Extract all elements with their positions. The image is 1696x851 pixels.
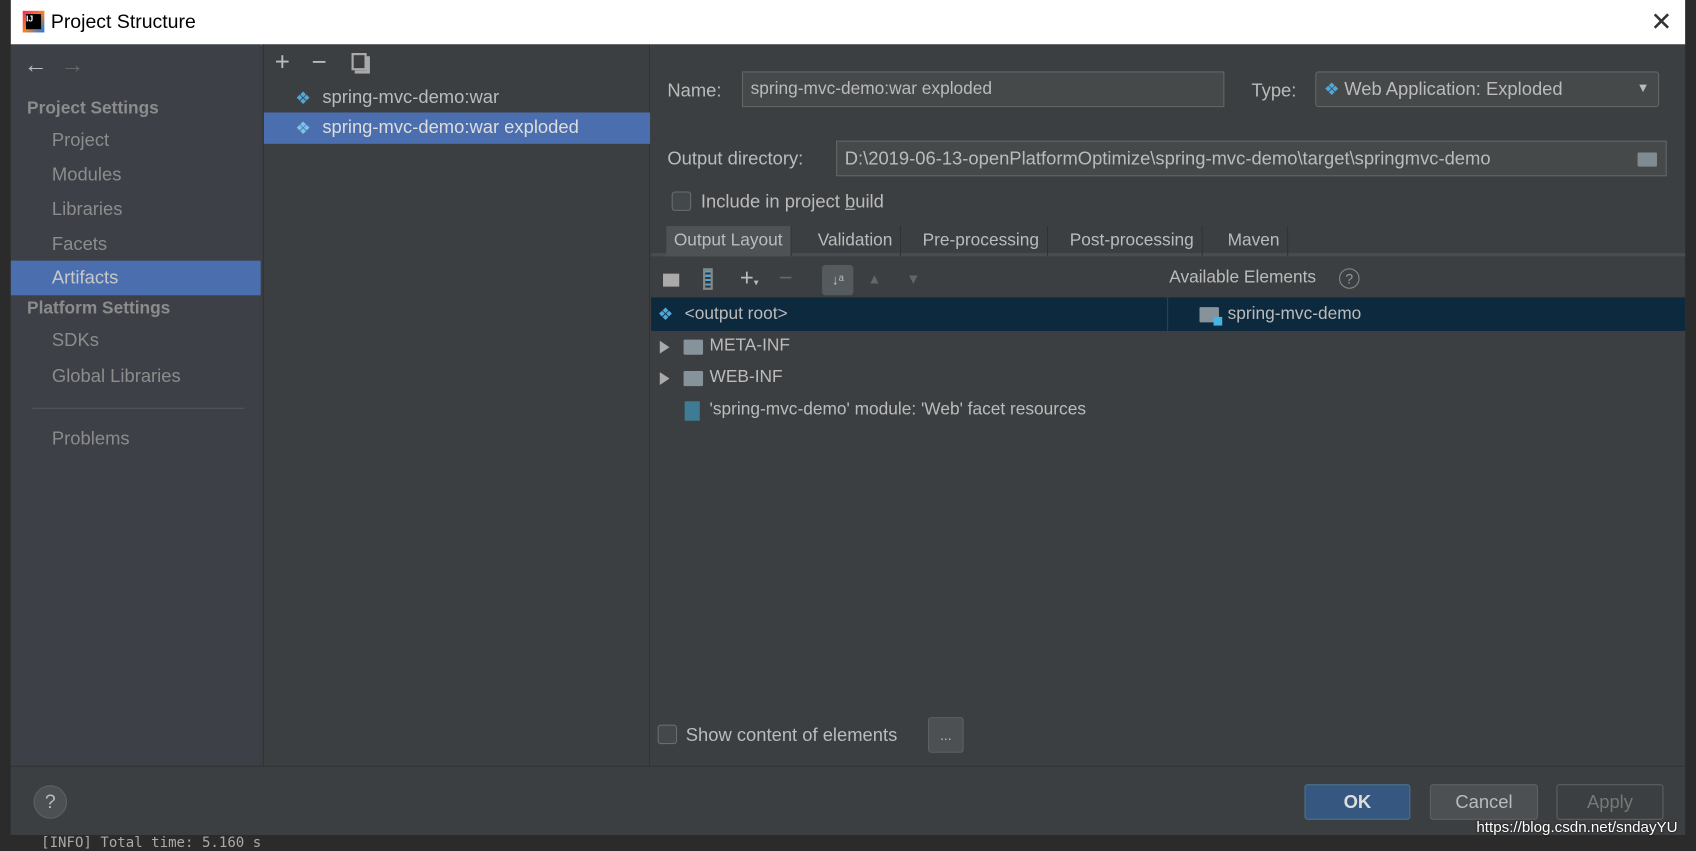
project-settings-header: Project Settings (27, 99, 159, 118)
artifact-item-selected[interactable]: ❖ spring-mvc-demo:war exploded (263, 112, 651, 144)
expand-arrow-icon[interactable] (659, 340, 670, 354)
apply-button[interactable]: Apply (1556, 784, 1664, 820)
tab-pre-processing[interactable]: Pre-processing (915, 226, 1048, 257)
available-elements-label: Available Elements (1169, 268, 1317, 287)
output-directory-input[interactable] (836, 140, 1667, 177)
tab-validation[interactable]: Validation (810, 226, 902, 257)
tree-item-label[interactable]: 'spring-mvc-demo' module: 'Web' facet re… (710, 400, 1086, 419)
project-structure-dialog: IJ Project Structure ✕ ← → Project Setti… (10, 0, 1686, 835)
add-icon[interactable]: + (275, 48, 290, 78)
archive-icon[interactable] (703, 268, 713, 290)
back-arrow-icon[interactable]: ← (24, 51, 48, 79)
tab-output-layout[interactable]: Output Layout (666, 226, 792, 257)
add-copy-icon[interactable]: +▾ (740, 264, 759, 292)
copy-icon[interactable] (351, 52, 367, 71)
watermark: https://blog.csdn.net/sndayYU (1476, 817, 1678, 835)
output-directory-label: Output directory: (667, 148, 804, 169)
sidebar: ← → Project Settings Project Modules Lib… (10, 44, 261, 766)
sidebar-item-modules[interactable]: Modules (52, 164, 122, 186)
ok-button[interactable]: OK (1304, 784, 1411, 820)
sidebar-item-label: Artifacts (51, 267, 119, 288)
show-content-label: Show content of elements (685, 724, 898, 746)
sidebar-item-problems[interactable]: Problems (52, 428, 130, 450)
sidebar-item-project[interactable]: Project (52, 130, 109, 152)
sidebar-item-global-libraries[interactable]: Global Libraries (52, 366, 181, 388)
show-content-checkbox[interactable] (657, 724, 678, 745)
artifacts-panel: + − ❖ spring-mvc-demo:war ❖ spring-mvc-d… (262, 44, 651, 766)
intellij-logo-icon: IJ (22, 10, 45, 33)
sidebar-item-sdks[interactable]: SDKs (52, 330, 99, 352)
window-title: Project Structure (50, 10, 196, 33)
sidebar-item-libraries[interactable]: Libraries (52, 199, 123, 221)
folder-open-icon[interactable] (1637, 152, 1658, 167)
sidebar-item-facets[interactable]: Facets (52, 234, 107, 256)
artifact-details: Name: Type: ❖ Web Application: Exploded … (651, 44, 1686, 766)
type-label: Type: (1251, 80, 1297, 101)
sidebar-item-artifacts[interactable]: Artifacts (10, 260, 261, 296)
war-artifact-icon: ❖ (295, 120, 311, 139)
type-select[interactable]: ❖ Web Application: Exploded ▼ (1315, 71, 1660, 108)
include-in-build-checkbox[interactable] (671, 191, 692, 211)
type-value: Web Application: Exploded (1344, 78, 1563, 100)
cancel-button[interactable]: Cancel (1429, 784, 1539, 820)
platform-settings-header: Platform Settings (27, 299, 171, 318)
title-bar: IJ Project Structure ✕ (10, 0, 1686, 45)
close-button[interactable]: ✕ (1651, 6, 1673, 37)
war-artifact-icon: ❖ (295, 89, 311, 109)
output-root-icon: ❖ (657, 306, 674, 325)
divider (32, 407, 245, 409)
tree-item-label: <output root> (684, 305, 788, 324)
forward-arrow-icon[interactable]: → (61, 51, 85, 79)
tree-item-label[interactable]: META-INF (710, 336, 790, 355)
move-up-icon[interactable]: ▲ (867, 270, 881, 286)
expand-arrow-icon[interactable] (659, 372, 670, 386)
remove-icon[interactable]: − (312, 48, 327, 78)
tree-item-label[interactable]: WEB-INF (710, 368, 783, 387)
web-app-icon: ❖ (1323, 81, 1340, 100)
include-in-build-label: Include in project build (700, 191, 884, 212)
new-directory-icon[interactable] (663, 273, 680, 287)
move-down-icon[interactable]: ▼ (906, 270, 920, 286)
chevron-down-icon: ▼ (1636, 80, 1650, 96)
remove-element-icon[interactable]: − (779, 264, 793, 292)
ellipsis-button[interactable]: ... (928, 717, 964, 753)
name-input[interactable] (741, 71, 1225, 108)
artifact-item[interactable]: ❖ spring-mvc-demo:war (264, 82, 650, 112)
web-facet-icon (684, 401, 700, 421)
folder-icon (683, 370, 704, 387)
sort-alpha-icon[interactable]: ↓ᵃ (822, 264, 854, 296)
folder-icon (683, 339, 704, 355)
module-folder-icon (1199, 307, 1223, 326)
tab-post-processing[interactable]: Post-processing (1062, 226, 1203, 257)
available-item-label[interactable]: spring-mvc-demo (1228, 305, 1362, 324)
help-icon[interactable]: ? (1339, 268, 1360, 289)
console-text: [INFO] Total time: 5.160 s (41, 834, 262, 851)
pane-divider[interactable] (1167, 297, 1169, 331)
tab-maven[interactable]: Maven (1220, 226, 1289, 257)
artifact-label: spring-mvc-demo:war exploded (322, 116, 579, 138)
name-label: Name: (667, 80, 722, 101)
artifact-label: spring-mvc-demo:war (322, 86, 500, 108)
help-button[interactable]: ? (33, 785, 68, 819)
dialog-footer: ? OK Cancel Apply (10, 765, 1686, 835)
